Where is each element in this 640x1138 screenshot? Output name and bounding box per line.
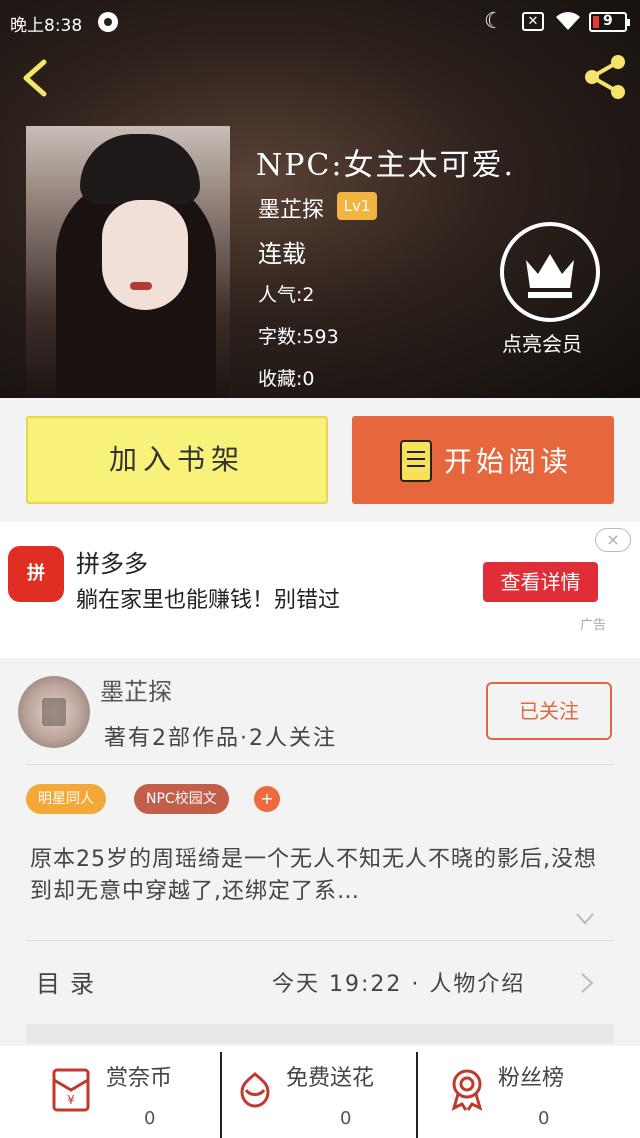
book-author[interactable]: 墨芷探 xyxy=(258,192,324,224)
divider xyxy=(26,764,614,765)
book-title: NPC:女主太可爱. xyxy=(256,148,516,183)
book-cover[interactable] xyxy=(26,126,230,398)
share-icon[interactable] xyxy=(582,54,628,100)
author-name[interactable]: 墨芷探 xyxy=(100,672,172,707)
word-count: 字数:593 xyxy=(258,326,339,348)
divider xyxy=(26,940,614,941)
book-header: 晚上8:38 ☾ ✕ 9 NPC:女主太可爱. 墨芷探 Lv1 连载 人气:2 … xyxy=(0,0,640,398)
book-details: 墨芷探 著有2部作品·2人关注 已关注 明星同人 NPC校园文 + 原本25岁的… xyxy=(0,658,640,1138)
serial-status: 连载 xyxy=(258,240,306,268)
separator-bar xyxy=(26,1024,614,1044)
tag-chip[interactable]: NPC校园文 xyxy=(134,784,229,814)
battery-icon: 9 xyxy=(589,12,630,32)
favorites-count: 收藏:0 xyxy=(258,368,315,390)
moon-icon: ☾ xyxy=(484,9,504,34)
tag-chip[interactable]: 明星同人 xyxy=(26,784,106,814)
svg-text:¥: ¥ xyxy=(67,1093,75,1107)
ad-close-button[interactable]: × xyxy=(595,528,631,552)
red-envelope-icon: ¥ xyxy=(52,1068,90,1112)
chevron-right-icon[interactable] xyxy=(580,972,594,994)
add-to-shelf-button[interactable]: 加入书架 xyxy=(26,416,328,504)
divider xyxy=(220,1052,222,1138)
popularity: 人气:2 xyxy=(258,284,315,306)
record-icon xyxy=(98,12,118,32)
flower-icon xyxy=(240,1072,270,1108)
back-arrow-icon[interactable] xyxy=(18,58,52,98)
wifi-icon xyxy=(556,12,580,30)
author-works: 著有2部作品·2人关注 xyxy=(104,726,337,751)
ad-slogan: 躺在家里也能赚钱！别错过 xyxy=(76,588,341,613)
status-time: 晚上8:38 xyxy=(10,16,83,36)
toc-label[interactable]: 目录 xyxy=(36,964,104,999)
follow-button[interactable]: 已关注 xyxy=(486,682,612,740)
synopsis-text[interactable]: 原本25岁的周瑶绮是一个无人不知无人不晓的影后,没想到却无意中穿越了,还绑定了系… xyxy=(30,844,612,908)
sim-off-icon: ✕ xyxy=(522,12,544,31)
author-avatar[interactable] xyxy=(18,676,90,748)
start-reading-label: 开始阅读 xyxy=(444,445,573,478)
app-logo: 拼 xyxy=(8,546,64,602)
medal-icon xyxy=(451,1069,483,1111)
ad-tag: 广告 xyxy=(580,618,607,633)
start-reading-button[interactable]: 开始阅读 xyxy=(352,416,614,504)
crown-icon xyxy=(526,254,574,298)
add-tag-button[interactable]: + xyxy=(254,786,280,812)
reward-coin-button[interactable]: ¥ 赏奈币 0 xyxy=(48,1046,218,1138)
vip-crown-button[interactable] xyxy=(500,222,600,322)
send-flower-button[interactable]: 免费送花 0 xyxy=(232,1046,412,1138)
bottom-actions: ¥ 赏奈币 0 免费送花 0 粉丝榜 0 xyxy=(0,1046,640,1138)
status-bar: 晚上8:38 ☾ ✕ 9 xyxy=(0,0,640,44)
vip-label[interactable]: 点亮会员 xyxy=(502,328,582,357)
divider xyxy=(416,1052,418,1138)
ad-banner[interactable]: 拼 拼多多 躺在家里也能赚钱！别错过 查看详情 × 广告 xyxy=(0,522,640,658)
toc-latest[interactable]: 今天 19:22 · 人物介绍 xyxy=(272,966,525,998)
book-icon xyxy=(400,440,432,482)
fan-ranking-button[interactable]: 粉丝榜 0 xyxy=(444,1046,614,1138)
chevron-down-icon[interactable] xyxy=(575,912,595,926)
ad-details-button[interactable]: 查看详情 xyxy=(483,562,598,602)
level-badge: Lv1 xyxy=(337,192,377,220)
ad-app-name: 拼多多 xyxy=(76,550,148,578)
